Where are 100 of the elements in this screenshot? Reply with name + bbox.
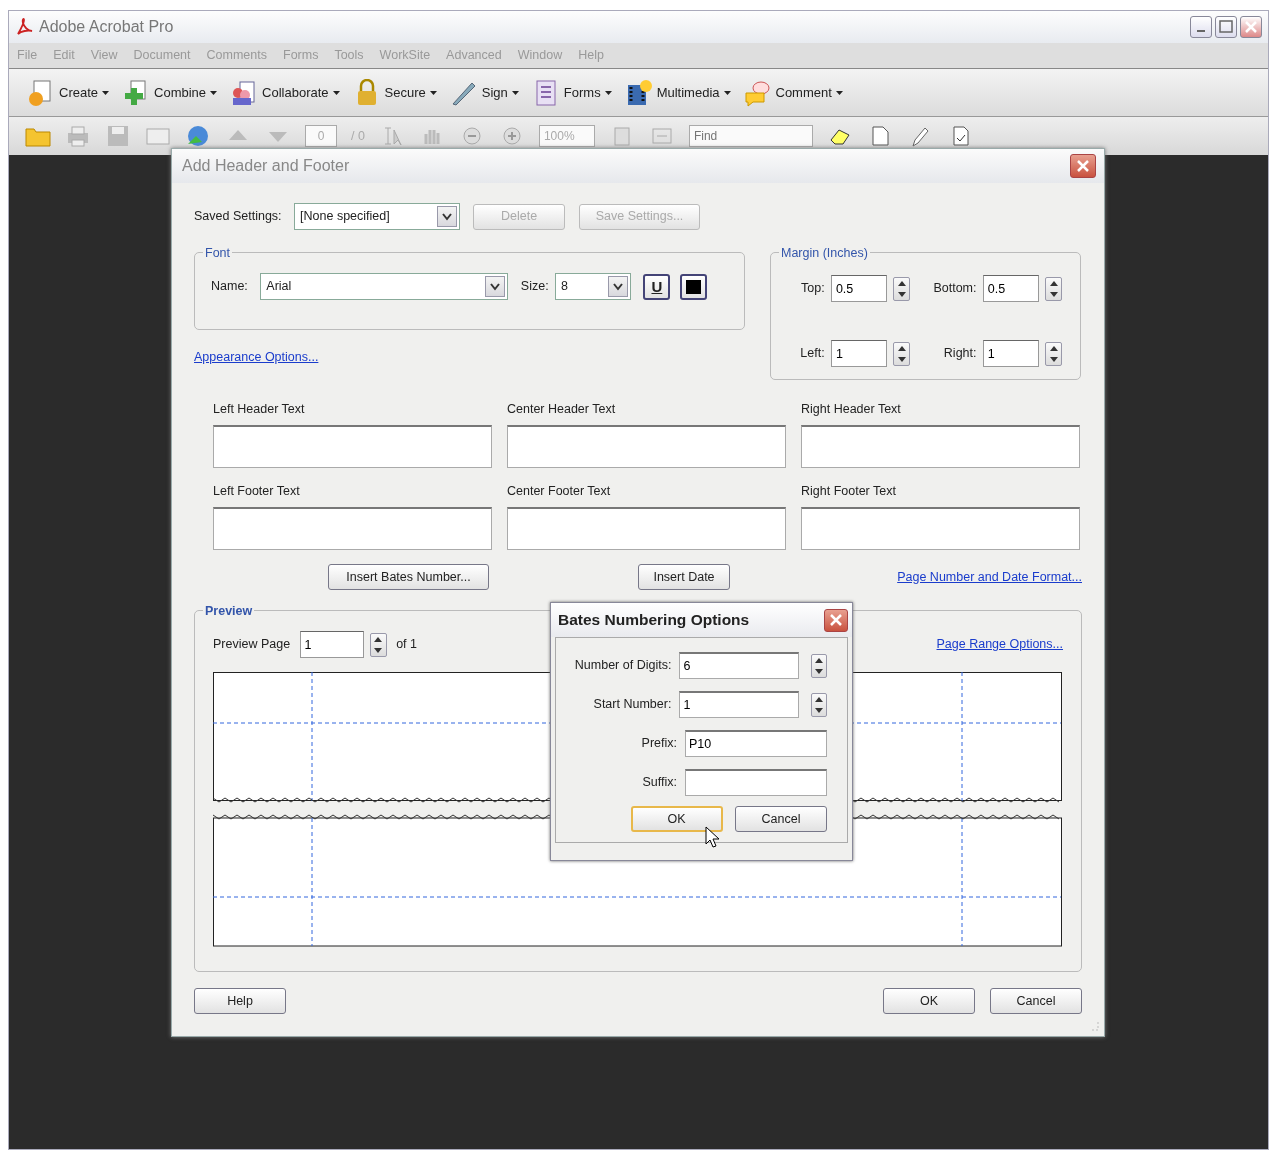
spin-buttons[interactable] [1045, 341, 1062, 366]
arrow-up-icon [897, 280, 906, 286]
text-field[interactable] [507, 507, 786, 550]
chevron-down-icon [490, 282, 501, 291]
close-icon [1076, 159, 1090, 173]
text-field[interactable] [801, 507, 1080, 550]
minimize-icon [1196, 30, 1205, 32]
field-label: Right Footer Text [801, 483, 897, 500]
window-title: Adobe Acrobat Pro [39, 17, 175, 37]
caret-icon [604, 89, 613, 96]
caret-icon [210, 89, 219, 96]
find-field[interactable]: Find [688, 125, 813, 147]
minimize-button[interactable] [1189, 16, 1212, 38]
close-button[interactable] [1070, 154, 1096, 178]
arrow-up-icon [374, 636, 383, 642]
number-field[interactable]: 1 [982, 340, 1039, 367]
font-size-dropdown[interactable]: 8 [554, 273, 631, 300]
close-button[interactable] [1240, 16, 1262, 38]
insert-bates-number-button[interactable]: Insert Bates Number... [328, 564, 489, 590]
field-label: Name: [211, 278, 248, 296]
field-label: Suffix: [641, 774, 677, 792]
help-button[interactable]: Help [194, 988, 286, 1014]
text-field[interactable]: 1 [679, 691, 800, 718]
cancel-button[interactable]: Cancel [990, 988, 1082, 1014]
arrow-down-icon [897, 291, 906, 297]
saved-settings-dropdown[interactable]: [None specified] [294, 203, 461, 230]
text-field[interactable] [801, 425, 1080, 468]
number-field[interactable]: 1 [830, 340, 887, 367]
ok-button[interactable]: OK [630, 806, 723, 832]
ok-button[interactable]: OK [883, 988, 975, 1014]
caret-icon [723, 89, 732, 96]
text-field[interactable] [213, 425, 492, 468]
font-name-dropdown[interactable]: Arial [260, 273, 509, 300]
spin-buttons[interactable] [893, 341, 911, 366]
dialog-title: Bates Numbering Options [558, 610, 750, 631]
chevron-down-icon [442, 212, 453, 221]
page-range-options-link[interactable]: Page Range Options... [936, 635, 1063, 654]
field-label: Left: [800, 345, 825, 363]
toolbar-button[interactable]: Comment [743, 78, 844, 107]
field-label: Top: [801, 280, 825, 298]
arrow-down-icon [815, 707, 824, 713]
close-icon [829, 613, 843, 627]
insert-date-button[interactable]: Insert Date [638, 564, 730, 590]
toolbar-button[interactable]: Forms [531, 78, 613, 107]
toolbar-button[interactable]: Sign [449, 78, 520, 107]
arrow-down-icon [374, 647, 383, 653]
text-field[interactable] [685, 769, 827, 796]
spin-buttons[interactable] [811, 692, 827, 717]
caret-icon [511, 89, 520, 96]
field-label: Left Footer Text [213, 483, 301, 500]
cancel-button[interactable]: Cancel [735, 806, 827, 832]
underline-button[interactable]: U [643, 273, 671, 300]
chevron-down-icon [612, 282, 623, 291]
caret-icon [102, 89, 111, 96]
arrow-down-icon [815, 668, 824, 674]
text-field[interactable]: 6 [679, 652, 800, 679]
field-label: Preview Page [213, 636, 291, 654]
mouse-pointer-icon [705, 826, 719, 848]
field-label: Start Number: [592, 696, 672, 714]
page-field[interactable]: 1 [299, 631, 364, 658]
spin-buttons[interactable] [893, 276, 911, 301]
arrow-up-icon [815, 696, 824, 702]
field-label: Saved Settings: [194, 208, 282, 226]
field-label: Center Header Text [507, 401, 617, 418]
text-field[interactable] [213, 507, 492, 550]
toolbar-button[interactable]: Secure [352, 78, 438, 107]
field-label: Prefix: [640, 735, 677, 753]
text-field[interactable] [507, 425, 786, 468]
toolbar-button[interactable]: Collaborate [230, 78, 341, 107]
spin-buttons[interactable] [369, 632, 387, 657]
field-label: Right: [943, 345, 977, 363]
dialog-title: Add Header and Footer [182, 156, 350, 176]
maximize-button[interactable] [1214, 16, 1237, 38]
number-field[interactable]: 0.5 [982, 275, 1039, 302]
acrobat-logo-icon [15, 18, 33, 36]
spin-buttons[interactable] [811, 653, 827, 678]
caret-icon [429, 89, 438, 96]
speech-bubbles-icon [743, 78, 772, 107]
page-number-format-link[interactable]: Page Number and Date Format... [897, 567, 1082, 587]
number-field[interactable]: 0.5 [830, 275, 887, 302]
spin-buttons[interactable] [1045, 276, 1062, 301]
toolbar-button[interactable]: Create [27, 78, 111, 107]
field-label: Left Header Text [213, 401, 306, 418]
close-button[interactable] [824, 608, 848, 632]
font-color-button[interactable] [679, 273, 707, 300]
field-label: Right Header Text [801, 401, 902, 418]
toolbar-button[interactable]: Multimedia [624, 78, 732, 107]
appearance-options-link[interactable]: Appearance Options... [194, 348, 319, 367]
arrow-down-icon [1049, 356, 1058, 362]
text-field[interactable]: P10 [685, 730, 827, 757]
globe-icon[interactable] [185, 124, 211, 148]
page-count: / 0 [351, 127, 365, 145]
arrow-up-icon [897, 345, 906, 351]
arrow-up-icon [1049, 345, 1058, 351]
toolbar-button[interactable]: Combine [122, 78, 219, 107]
field-label: Bottom: [933, 280, 977, 298]
arrow-down-icon [1049, 291, 1058, 297]
field-label: Size: [520, 278, 549, 296]
caret-icon [835, 89, 844, 96]
caret-icon [332, 89, 341, 96]
